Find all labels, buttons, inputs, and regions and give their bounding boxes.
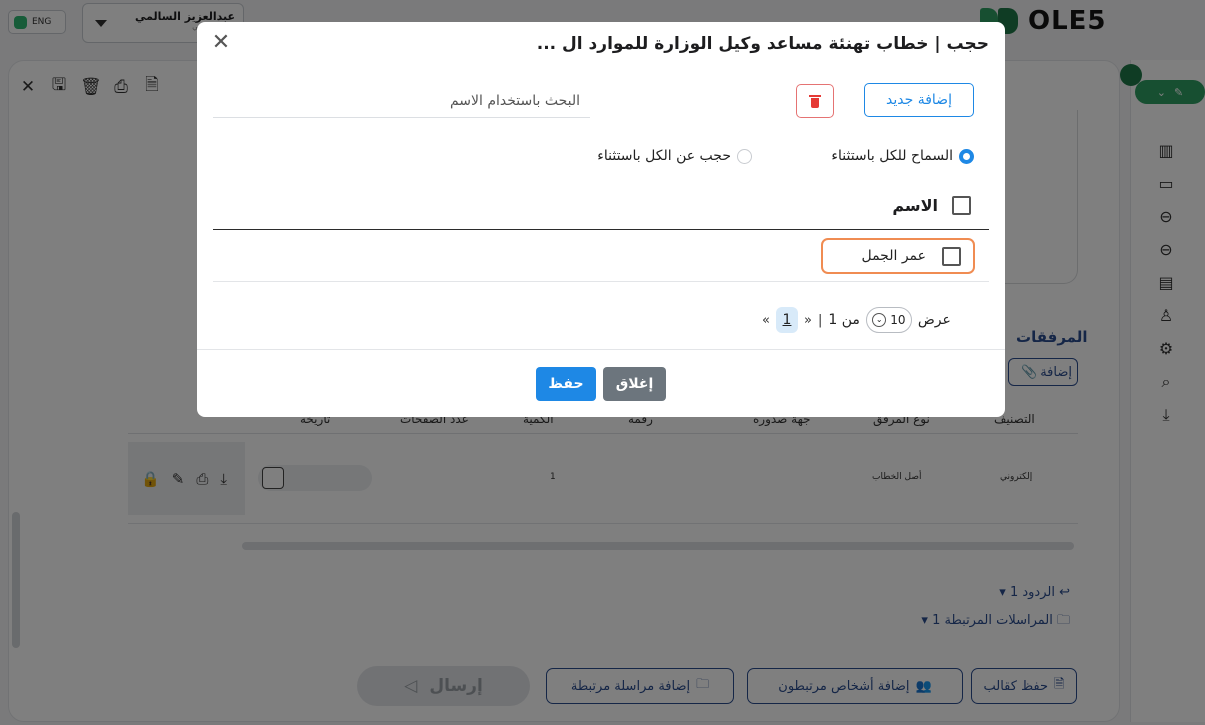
restriction-modal: حجب | خطاب تهنئة مساعد وكيل الوزارة للمو… xyxy=(197,22,1005,417)
of-pages-label: من 1 xyxy=(828,312,860,328)
add-new-button[interactable]: إضافة جديد xyxy=(864,83,974,117)
radio-block-all-except[interactable]: حجب عن الكل باستثناء xyxy=(597,148,752,164)
close-icon[interactable]: ✕ xyxy=(209,31,233,55)
delete-button[interactable] xyxy=(796,84,834,118)
modal-title: حجب | خطاب تهنئة مساعد وكيل الوزارة للمو… xyxy=(536,34,989,54)
modal-footer: إغلاق حفظ xyxy=(197,349,1005,417)
chevron-down-icon: ⌄ xyxy=(872,313,887,327)
list-item: عمر الجمل xyxy=(213,232,989,282)
radio-block-label: حجب عن الكل باستثناء xyxy=(597,148,731,164)
radio-allow-all-except[interactable]: السماح للكل باستثناء xyxy=(831,148,974,164)
radio-unselected-icon[interactable] xyxy=(737,148,752,164)
radio-selected-icon[interactable] xyxy=(959,148,974,164)
close-button[interactable]: إغلاق xyxy=(603,367,666,401)
person-checkbox[interactable] xyxy=(942,246,961,266)
person-name: عمر الجمل xyxy=(861,248,926,264)
search-input[interactable] xyxy=(213,84,590,118)
column-name-header: الاسم xyxy=(892,196,938,215)
last-page-button[interactable]: » xyxy=(762,313,770,328)
current-page[interactable]: 1 xyxy=(775,307,798,333)
pagination: عرض ⌄ 10 من 1 | « 1 » xyxy=(762,307,951,333)
first-page-button[interactable]: « xyxy=(804,313,812,328)
show-label: عرض xyxy=(917,312,951,328)
save-button[interactable]: حفظ xyxy=(536,367,596,401)
person-row-focused[interactable]: عمر الجمل xyxy=(821,238,975,274)
pager-separator: | xyxy=(817,312,823,328)
page-size-select[interactable]: ⌄ 10 xyxy=(865,307,912,333)
page-size-value: 10 xyxy=(890,313,906,327)
select-all-checkbox[interactable] xyxy=(952,196,971,215)
list-header-row: الاسم xyxy=(213,182,989,230)
radio-allow-label: السماح للكل باستثناء xyxy=(831,148,953,164)
trash-icon xyxy=(809,94,821,108)
